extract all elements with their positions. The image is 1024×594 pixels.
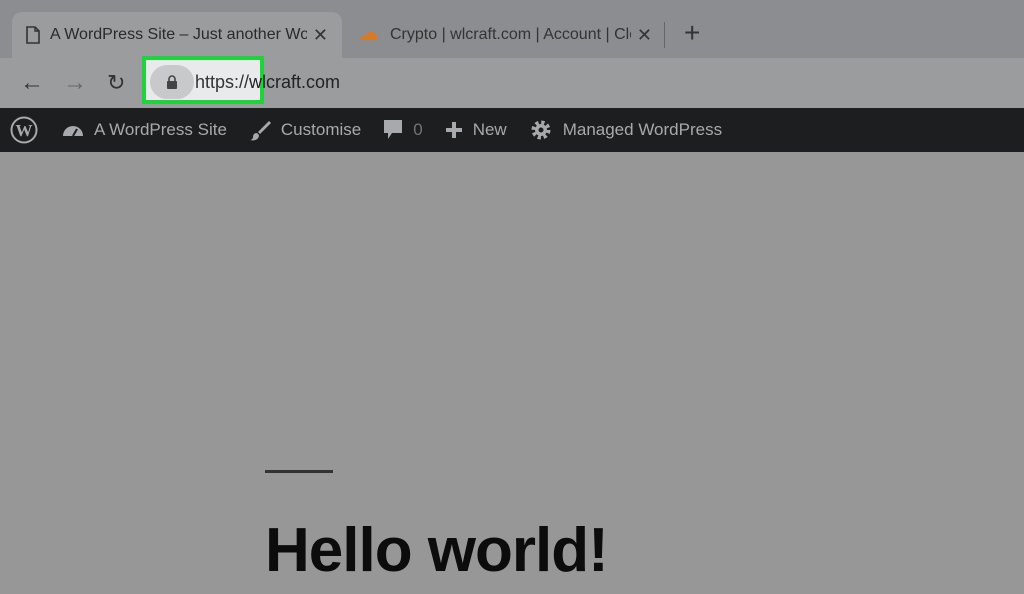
post-title[interactable]: Hello world! [265, 515, 609, 586]
close-tab-icon[interactable]: ✕ [637, 25, 652, 46]
back-button[interactable]: ← [20, 68, 44, 98]
svg-text:W: W [16, 121, 33, 140]
comments-count: 0 [413, 120, 423, 139]
new-label: New [472, 120, 507, 139]
gear-icon [531, 120, 551, 140]
close-tab-icon[interactable]: ✕ [313, 25, 328, 46]
wordpress-icon: W [10, 116, 38, 144]
tab-separator [664, 22, 665, 48]
url-host: wlcraft.com [249, 72, 341, 92]
cloudflare-icon [360, 30, 378, 40]
reload-button[interactable]: ↻ [107, 68, 125, 98]
forward-button[interactable]: → [63, 68, 87, 98]
tab-title: A WordPress Site – Just another WordPres… [50, 26, 307, 43]
lock-icon [167, 75, 177, 89]
customise-label: Customise [280, 120, 362, 139]
tab-strip: A WordPress Site – Just another WordPres… [0, 0, 1024, 58]
wordpress-logo-button[interactable]: W [10, 116, 38, 144]
tab-cloudflare[interactable]: Crypto | wlcraft.com | Account | Cloudfl… [350, 12, 660, 58]
site-name: A WordPress Site [94, 120, 227, 139]
new-tab-button[interactable]: + [684, 18, 700, 48]
tab-title: Crypto | wlcraft.com | Account | Cloudfl… [390, 26, 631, 43]
page-icon [26, 26, 40, 44]
plus-icon [445, 122, 462, 138]
comment-icon [384, 120, 403, 139]
new-content-menu[interactable]: New [445, 120, 507, 140]
address-bar[interactable]: https://wlcraft.com [195, 72, 340, 93]
site-info-button[interactable] [150, 65, 194, 99]
url-scheme: https:// [195, 72, 250, 92]
wp-admin-bar: W A WordPress Site Customise 0 New Manag… [0, 108, 1024, 152]
dashboard-icon [63, 126, 83, 137]
post-divider [265, 470, 333, 473]
tab-wordpress-site[interactable]: A WordPress Site – Just another WordPres… [12, 12, 342, 58]
managed-wordpress-menu[interactable]: Managed WordPress [529, 118, 722, 142]
customise-link[interactable]: Customise [249, 119, 361, 141]
managed-label: Managed WordPress [562, 120, 723, 139]
comments-link[interactable]: 0 [383, 119, 423, 141]
site-name-menu[interactable]: A WordPress Site [62, 120, 227, 140]
paintbrush-icon [249, 121, 271, 141]
